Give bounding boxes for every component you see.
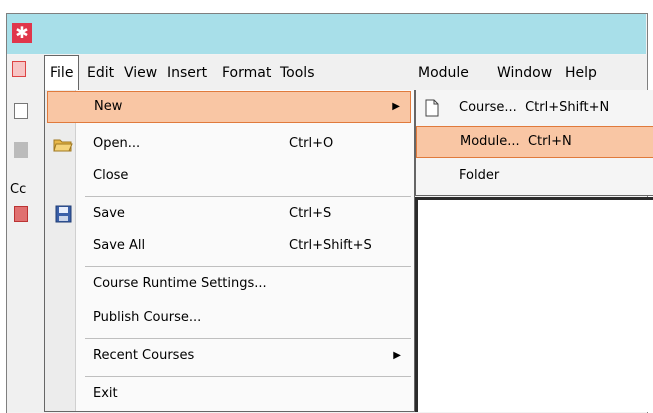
app-logo-icon[interactable]: ✱ [12,23,32,43]
menu-item-exit[interactable]: Exit [47,378,411,410]
menu-item-recent-courses[interactable]: Recent Courses ▶ [47,340,411,372]
menu-file[interactable]: File [44,55,80,91]
menu-item-close[interactable]: Close [47,160,411,192]
submenu-arrow-icon: ▶ [392,101,400,112]
menu-insert[interactable]: Insert [167,55,207,91]
menu-separator [85,376,411,377]
menu-separator [85,338,411,339]
workspace-panel [415,197,653,412]
menu-item-save-all[interactable]: Save All Ctrl+Shift+S [47,230,411,262]
menu-format[interactable]: Format [222,55,271,91]
document-icon [425,99,439,117]
document-menu-icon[interactable] [12,61,26,77]
menu-tools[interactable]: Tools [280,55,315,91]
menu-view[interactable]: View [124,55,157,91]
menu-item-save[interactable]: Save Ctrl+S [47,198,411,230]
menu-item-new[interactable]: New ▶ [47,91,411,123]
submenu-arrow-icon: ▶ [393,350,401,361]
menu-item-open[interactable]: Open... Ctrl+O [47,128,411,160]
menu-separator [85,196,411,197]
menu-item-publish-course[interactable]: Publish Course... [47,302,411,334]
menu-separator [85,266,411,267]
submenu-item-folder[interactable]: Folder [416,160,653,192]
cut-icon[interactable] [14,142,28,158]
new-doc-icon[interactable] [14,103,28,119]
title-bar [7,14,646,54]
new-submenu: Course... Ctrl+Shift+N Module... Ctrl+N … [415,90,653,196]
left-toolbar-strip [7,91,44,412]
strip-label: Cc [10,182,27,197]
menu-edit[interactable]: Edit [87,55,114,91]
submenu-item-course[interactable]: Course... Ctrl+Shift+N [416,92,653,124]
menu-item-course-runtime-settings[interactable]: Course Runtime Settings... [47,268,411,300]
delete-icon[interactable] [14,206,28,222]
menu-help[interactable]: Help [565,55,597,91]
submenu-item-module[interactable]: Module... Ctrl+N [416,126,653,158]
open-folder-icon [53,139,73,152]
menu-window[interactable]: Window [497,55,552,91]
menu-module[interactable]: Module [418,55,469,91]
file-menu-dropdown: New ▶ Open... Ctrl+O Close Save Ctrl+S S… [44,90,415,412]
save-disk-icon [55,205,72,223]
